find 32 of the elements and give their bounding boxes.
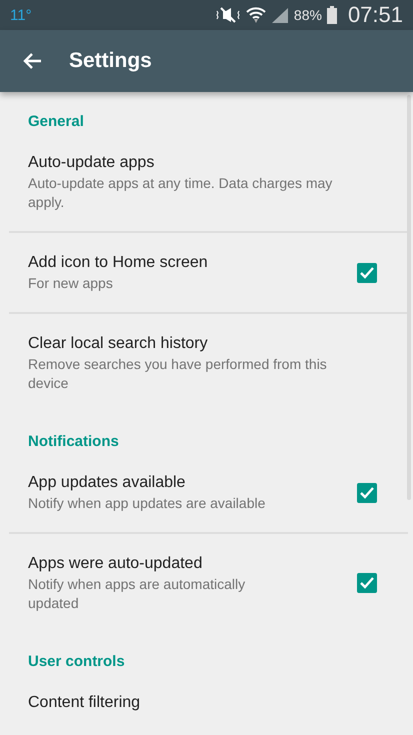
setting-description: Remove searches you have performed from this device: [28, 355, 328, 393]
settings-item[interactable]: Auto-update apps Auto-update apps at any time. Data charges may apply.: [0, 133, 413, 231]
setting-title: Add icon to Home screen: [28, 253, 209, 273]
mute-icon: [214, 7, 241, 23]
screen-title: Settings: [69, 49, 152, 73]
setting-title: Auto-update apps: [28, 153, 156, 173]
setting-description: Notify when apps are automatically updated: [28, 575, 246, 613]
checkbox[interactable]: [357, 262, 377, 282]
setting-title: Apps were auto-updated: [28, 554, 204, 574]
setting-description: Notify when app updates are available: [28, 494, 266, 513]
settings-item[interactable]: Clear local search history Remove searches you have performed from this device: [0, 314, 413, 412]
wifi-icon: [246, 6, 266, 24]
settings-item[interactable]: Content filtering: [0, 673, 413, 733]
setting-title: Clear local search history: [28, 334, 209, 354]
setting-description: Auto-update apps at any time. Data charges may apply.: [28, 174, 334, 212]
checkbox[interactable]: [357, 482, 377, 502]
setting-description: For new apps: [28, 274, 114, 293]
battery-icon: [326, 6, 337, 24]
settings-item[interactable]: App updates available Notify when app updates are available: [0, 453, 413, 532]
section-header: Notifications: [27, 432, 120, 452]
clock: 07:51: [348, 2, 403, 28]
setting-title: App updates available: [28, 473, 186, 493]
battery-percentage: 88%: [294, 7, 322, 23]
back-arrow-icon: [22, 52, 42, 70]
signal-icon: [270, 7, 289, 23]
settings-item[interactable]: Add icon to Home screen For new apps: [0, 233, 413, 312]
setting-title: Content filtering: [28, 693, 142, 713]
checkbox[interactable]: [357, 573, 377, 593]
settings-item[interactable]: Apps were auto-updated Notify when apps are automatically updated: [0, 534, 413, 632]
section-header: General: [27, 112, 85, 132]
section-header: User controls: [27, 652, 126, 672]
temperature: 11°: [10, 6, 32, 24]
